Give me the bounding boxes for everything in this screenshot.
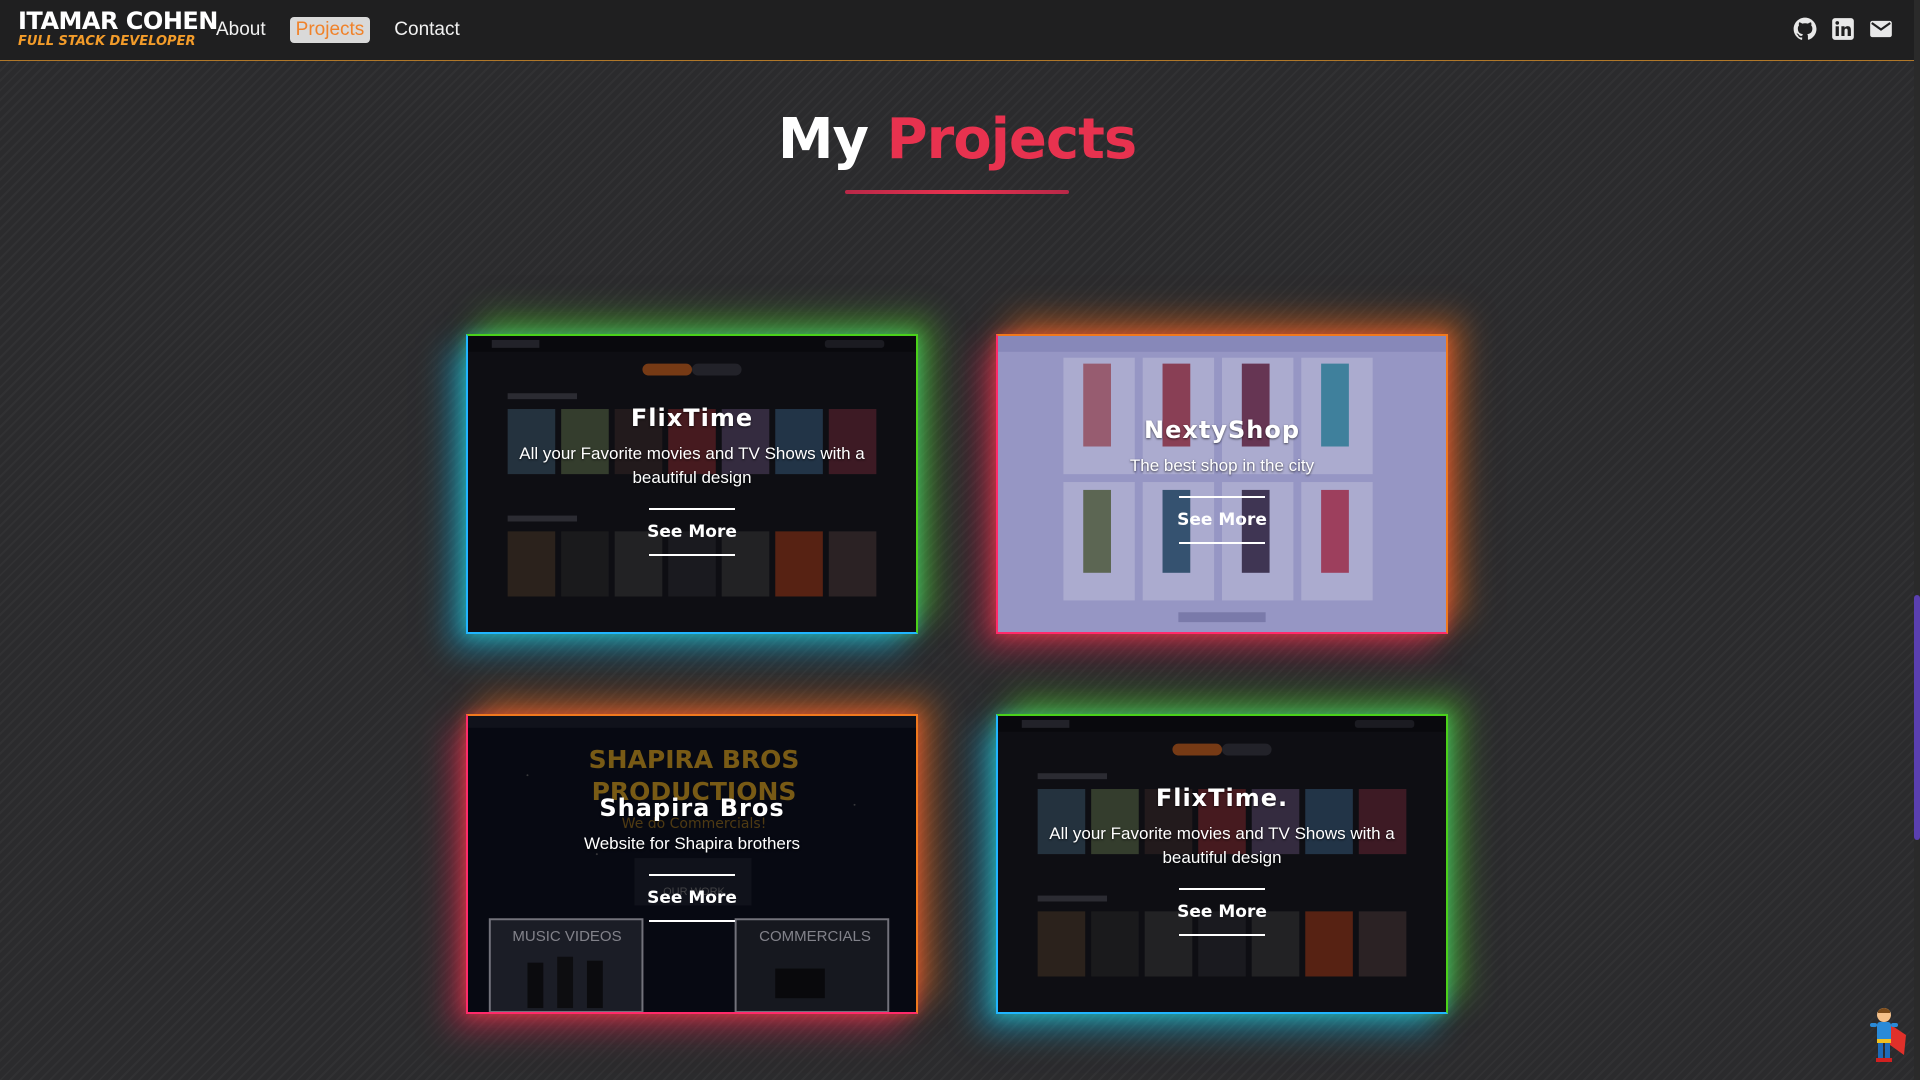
page-title: My Projects — [0, 104, 1914, 176]
nav-link-projects[interactable]: Projects — [289, 17, 371, 43]
card-content: FlixTime All your Favorite movies and TV… — [468, 404, 916, 556]
project-title: FlixTime — [630, 404, 754, 432]
brand-logo[interactable]: ITAMAR COHEN FULL STACK DEVELOPER — [18, 8, 218, 50]
see-more-button[interactable]: See More — [627, 874, 757, 922]
brand-tagline: FULL STACK DEVELOPER — [18, 34, 196, 49]
github-icon[interactable] — [1792, 16, 1818, 42]
nav-link-about[interactable]: About — [210, 17, 272, 43]
social-links — [1792, 16, 1894, 42]
nav-links: About Projects Contact — [210, 17, 484, 43]
project-title: Shapira Bros — [599, 794, 785, 822]
project-card-flixtime-2[interactable]: FlixTime. All your Favorite movies and T… — [996, 714, 1448, 1014]
superhero-mascot-icon[interactable] — [1860, 1005, 1910, 1065]
title-underline — [845, 190, 1069, 194]
scrollbar-thumb[interactable] — [1914, 595, 1920, 840]
project-description: All your Favorite movies and TV Shows wi… — [1049, 824, 1395, 867]
page-title-part1: My — [777, 107, 869, 172]
page-title-accent: Projects — [886, 107, 1138, 172]
project-card-flixtime[interactable]: FlixTime All your Favorite movies and TV… — [466, 334, 918, 634]
see-more-button[interactable]: See More — [1157, 496, 1287, 544]
project-description: The best shop in the city — [1129, 456, 1315, 475]
mail-icon[interactable] — [1868, 16, 1894, 42]
navbar: ITAMAR COHEN FULL STACK DEVELOPER About … — [0, 0, 1914, 61]
project-card-nextyshop[interactable]: NextyShop The best shop in the city See … — [996, 334, 1448, 634]
see-more-button[interactable]: See More — [1157, 888, 1287, 936]
card-content: NextyShop The best shop in the city See … — [998, 416, 1446, 544]
project-title: NextyShop — [1144, 416, 1300, 444]
see-more-button[interactable]: See More — [627, 508, 757, 556]
page-scrollbar[interactable] — [1914, 0, 1920, 1080]
card-content: Shapira Bros Website for Shapira brother… — [468, 794, 916, 922]
project-description: All your Favorite movies and TV Shows wi… — [519, 444, 865, 487]
card-content: FlixTime. All your Favorite movies and T… — [998, 784, 1446, 936]
project-title: FlixTime. — [1155, 784, 1289, 812]
project-card-shapira-bros[interactable]: SHAPIRA BROS PRODUCTIONS We do Commercia… — [466, 714, 918, 1014]
linkedin-icon[interactable] — [1830, 16, 1856, 42]
brand-name: ITAMAR COHEN — [18, 7, 218, 35]
project-description: Website for Shapira brothers — [583, 834, 801, 853]
nav-link-contact[interactable]: Contact — [388, 17, 465, 43]
